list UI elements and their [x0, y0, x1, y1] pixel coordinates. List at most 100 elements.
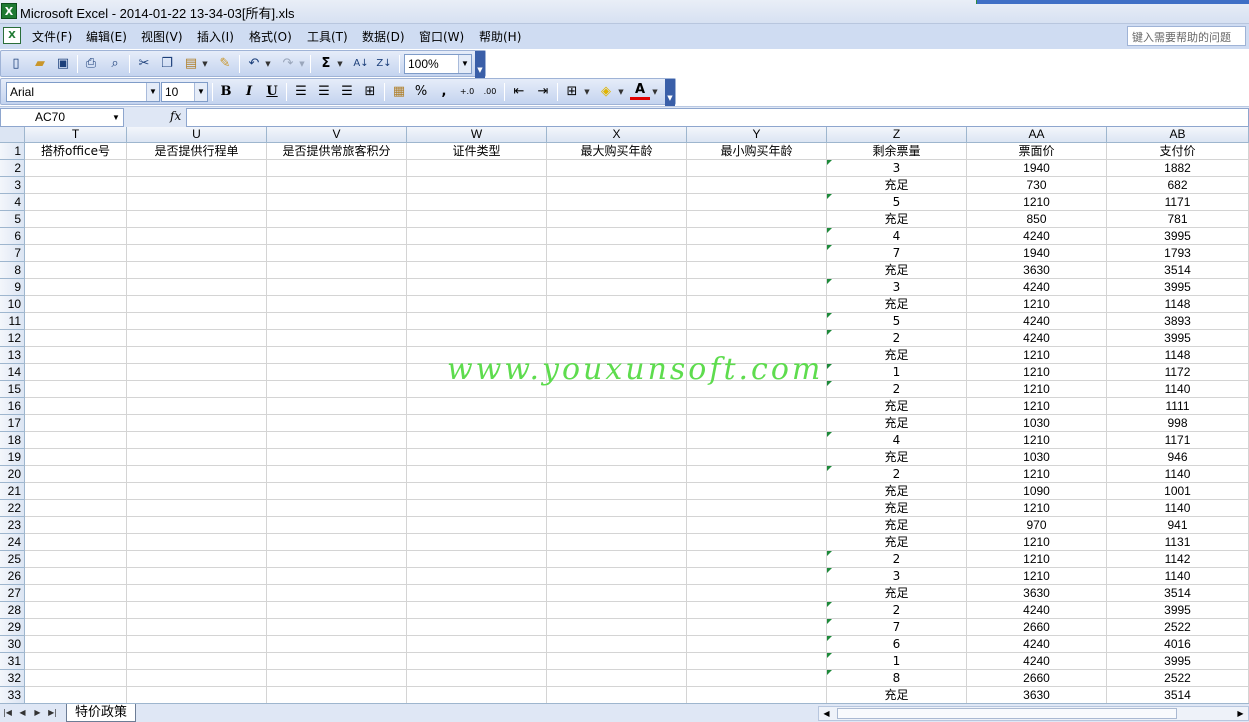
grid-cell[interactable] — [25, 347, 127, 364]
grid-cell[interactable] — [547, 262, 687, 279]
grid-cell[interactable] — [25, 432, 127, 449]
row-header[interactable]: 3 — [0, 177, 25, 194]
grid-cell[interactable] — [407, 398, 547, 415]
grid-cell[interactable] — [25, 262, 127, 279]
grid-cell[interactable] — [687, 330, 827, 347]
grid-cell[interactable] — [407, 517, 547, 534]
remaining-tickets-cell[interactable]: 5 — [827, 194, 967, 211]
row-header[interactable]: 19 — [0, 449, 25, 466]
grid-cell[interactable] — [25, 466, 127, 483]
zoom-dropdown-icon[interactable]: ▼ — [458, 55, 471, 73]
row-header[interactable]: 24 — [0, 534, 25, 551]
toolbar-options-icon[interactable]: ▼ — [475, 51, 485, 78]
remaining-tickets-cell[interactable]: 充足 — [827, 534, 967, 551]
grid-cell[interactable] — [687, 551, 827, 568]
grid-cell[interactable] — [127, 228, 267, 245]
font-size-select[interactable]: 10 ▼ — [161, 82, 208, 102]
grid-cell[interactable] — [407, 432, 547, 449]
grid-cell[interactable] — [547, 177, 687, 194]
face-price-cell[interactable]: 1210 — [967, 381, 1107, 398]
grid-cell[interactable] — [127, 602, 267, 619]
borders-dropdown-icon[interactable]: ▼ — [583, 82, 591, 102]
row-header[interactable]: 27 — [0, 585, 25, 602]
scroll-right-icon[interactable]: ▶ — [1233, 707, 1248, 720]
row-header[interactable]: 30 — [0, 636, 25, 653]
remaining-tickets-cell[interactable]: 3 — [827, 568, 967, 585]
row-header[interactable]: 11 — [0, 313, 25, 330]
face-price-cell[interactable]: 1210 — [967, 466, 1107, 483]
grid-cell[interactable] — [267, 483, 407, 500]
grid-cell[interactable] — [267, 347, 407, 364]
grid-cell[interactable] — [547, 211, 687, 228]
pay-price-cell[interactable]: 2522 — [1107, 619, 1249, 636]
spreadsheet-grid[interactable]: T U V W X Y Z AA AB 1 搭桥office号 是否提供行程单 是否提供常旅客积分 证件类… — [0, 127, 1249, 703]
grid-cell[interactable] — [547, 670, 687, 687]
save-icon[interactable]: ▣ — [53, 54, 73, 74]
percent-button[interactable]: % — [411, 82, 431, 102]
face-price-cell[interactable]: 1030 — [967, 415, 1107, 432]
name-box[interactable]: AC70 ▼ — [0, 108, 124, 127]
row-header[interactable]: 2 — [0, 160, 25, 177]
increase-decimal-icon[interactable]: +.0 — [457, 82, 477, 102]
grid-cell[interactable] — [407, 602, 547, 619]
decrease-indent-icon[interactable]: ⇤ — [509, 82, 529, 102]
grid-cell[interactable] — [267, 296, 407, 313]
grid-cell[interactable] — [547, 279, 687, 296]
remaining-tickets-cell[interactable]: 充足 — [827, 177, 967, 194]
grid-cell[interactable] — [407, 551, 547, 568]
grid-cell[interactable] — [547, 619, 687, 636]
grid-cell[interactable] — [127, 381, 267, 398]
grid-cell[interactable] — [687, 194, 827, 211]
currency-icon[interactable]: ▦ — [389, 82, 409, 102]
print-preview-icon[interactable]: ⌕ — [105, 54, 125, 74]
pay-price-cell[interactable]: 3514 — [1107, 585, 1249, 602]
grid-cell[interactable] — [25, 415, 127, 432]
grid-cell[interactable] — [25, 534, 127, 551]
prev-sheet-icon[interactable]: ◀ — [15, 706, 30, 720]
grid-cell[interactable] — [407, 449, 547, 466]
grid-cell[interactable] — [127, 483, 267, 500]
grid-cell[interactable] — [127, 279, 267, 296]
pay-price-cell[interactable]: 3995 — [1107, 330, 1249, 347]
grid-cell[interactable] — [267, 160, 407, 177]
grid-cell[interactable] — [547, 449, 687, 466]
remaining-tickets-cell[interactable]: 充足 — [827, 211, 967, 228]
grid-cell[interactable] — [25, 619, 127, 636]
column-header-t[interactable]: T — [25, 127, 127, 143]
grid-cell[interactable] — [687, 160, 827, 177]
column-header-w[interactable]: W — [407, 127, 547, 143]
remaining-tickets-cell[interactable]: 5 — [827, 313, 967, 330]
grid-cell[interactable] — [25, 670, 127, 687]
header-cell[interactable]: 剩余票量 — [827, 143, 967, 160]
pay-price-cell[interactable]: 1001 — [1107, 483, 1249, 500]
borders-icon[interactable]: ⊞ — [562, 82, 582, 102]
grid-cell[interactable] — [25, 364, 127, 381]
select-all-corner[interactable] — [0, 127, 25, 143]
grid-cell[interactable] — [127, 364, 267, 381]
pay-price-cell[interactable]: 1140 — [1107, 500, 1249, 517]
grid-cell[interactable] — [687, 483, 827, 500]
grid-cell[interactable] — [547, 245, 687, 262]
italic-button[interactable]: I — [239, 82, 259, 102]
grid-cell[interactable] — [547, 551, 687, 568]
grid-cell[interactable] — [25, 398, 127, 415]
row-header[interactable]: 18 — [0, 432, 25, 449]
grid-cell[interactable] — [25, 687, 127, 703]
remaining-tickets-cell[interactable]: 1 — [827, 653, 967, 670]
remaining-tickets-cell[interactable]: 2 — [827, 330, 967, 347]
pay-price-cell[interactable]: 3514 — [1107, 687, 1249, 703]
grid-cell[interactable] — [25, 211, 127, 228]
autosum-icon[interactable]: Σ — [316, 54, 336, 74]
align-center-icon[interactable]: ☰ — [314, 82, 334, 102]
pay-price-cell[interactable]: 1171 — [1107, 194, 1249, 211]
autosum-dropdown-icon[interactable]: ▼ — [336, 54, 344, 74]
grid-cell[interactable] — [267, 670, 407, 687]
column-header-v[interactable]: V — [267, 127, 407, 143]
workbook-icon[interactable]: X — [3, 27, 21, 44]
row-header[interactable]: 10 — [0, 296, 25, 313]
font-color-icon[interactable]: A — [630, 82, 650, 100]
grid-cell[interactable] — [267, 619, 407, 636]
row-header[interactable]: 23 — [0, 517, 25, 534]
menu-tools[interactable]: 工具(T) — [307, 28, 348, 45]
grid-cell[interactable] — [267, 687, 407, 703]
